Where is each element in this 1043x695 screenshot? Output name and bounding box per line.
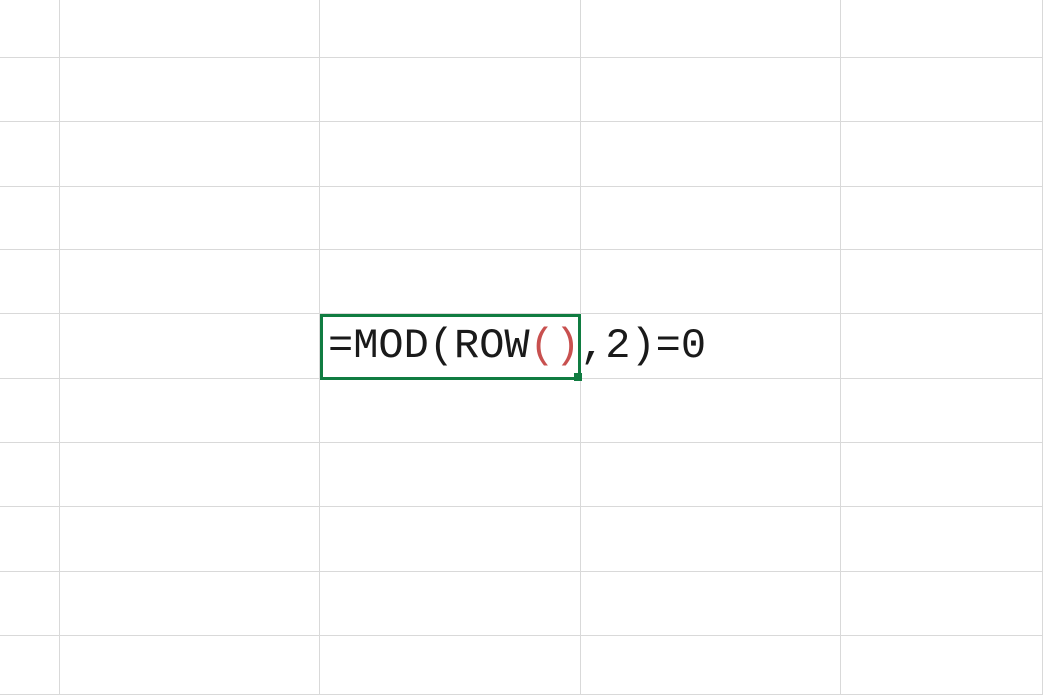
cell[interactable]: [320, 187, 581, 250]
cell[interactable]: [0, 58, 60, 122]
cell[interactable]: [581, 187, 841, 250]
cell[interactable]: [60, 250, 320, 314]
cell[interactable]: [320, 0, 581, 58]
cell[interactable]: [0, 250, 60, 314]
cell[interactable]: [581, 636, 841, 695]
cell[interactable]: [841, 0, 1043, 58]
cell[interactable]: [0, 636, 60, 695]
cell[interactable]: [841, 443, 1043, 507]
cell[interactable]: [581, 572, 841, 636]
cell[interactable]: [581, 122, 841, 187]
cell[interactable]: [841, 379, 1043, 443]
cell[interactable]: [60, 379, 320, 443]
cell[interactable]: [0, 0, 60, 58]
cell[interactable]: [0, 507, 60, 572]
cell[interactable]: [320, 443, 581, 507]
cell[interactable]: [841, 507, 1043, 572]
cell[interactable]: [0, 443, 60, 507]
cell[interactable]: [320, 250, 581, 314]
cell[interactable]: [60, 0, 320, 58]
cell[interactable]: [320, 507, 581, 572]
cell[interactable]: [841, 122, 1043, 187]
cell[interactable]: [0, 379, 60, 443]
cell[interactable]: [841, 314, 1043, 379]
cell[interactable]: [0, 122, 60, 187]
formula-part3: ,2)=0: [580, 322, 706, 370]
cell[interactable]: [60, 122, 320, 187]
cell[interactable]: [320, 636, 581, 695]
fill-handle[interactable]: [574, 373, 582, 381]
formula-paren: (): [530, 322, 580, 370]
cell[interactable]: [0, 572, 60, 636]
cell[interactable]: [60, 58, 320, 122]
cell[interactable]: [581, 507, 841, 572]
cell[interactable]: [60, 443, 320, 507]
cell[interactable]: [581, 58, 841, 122]
cell[interactable]: [581, 443, 841, 507]
cell[interactable]: [0, 314, 60, 379]
cell[interactable]: [841, 187, 1043, 250]
cell[interactable]: [581, 250, 841, 314]
formula-part1: =MOD(ROW: [328, 322, 530, 370]
cell[interactable]: [841, 58, 1043, 122]
cell[interactable]: [320, 58, 581, 122]
cell[interactable]: [320, 572, 581, 636]
formula-editor[interactable]: =MOD(ROW(),2)=0: [328, 322, 706, 370]
cell[interactable]: [60, 314, 320, 379]
cell[interactable]: [60, 636, 320, 695]
cell[interactable]: [320, 122, 581, 187]
cell[interactable]: [60, 572, 320, 636]
cell[interactable]: [60, 187, 320, 250]
cell[interactable]: [841, 636, 1043, 695]
cell[interactable]: [581, 379, 841, 443]
cell[interactable]: [320, 379, 581, 443]
cell[interactable]: [60, 507, 320, 572]
cell[interactable]: [581, 0, 841, 58]
cell[interactable]: [841, 250, 1043, 314]
cell[interactable]: [0, 187, 60, 250]
cell[interactable]: [841, 572, 1043, 636]
